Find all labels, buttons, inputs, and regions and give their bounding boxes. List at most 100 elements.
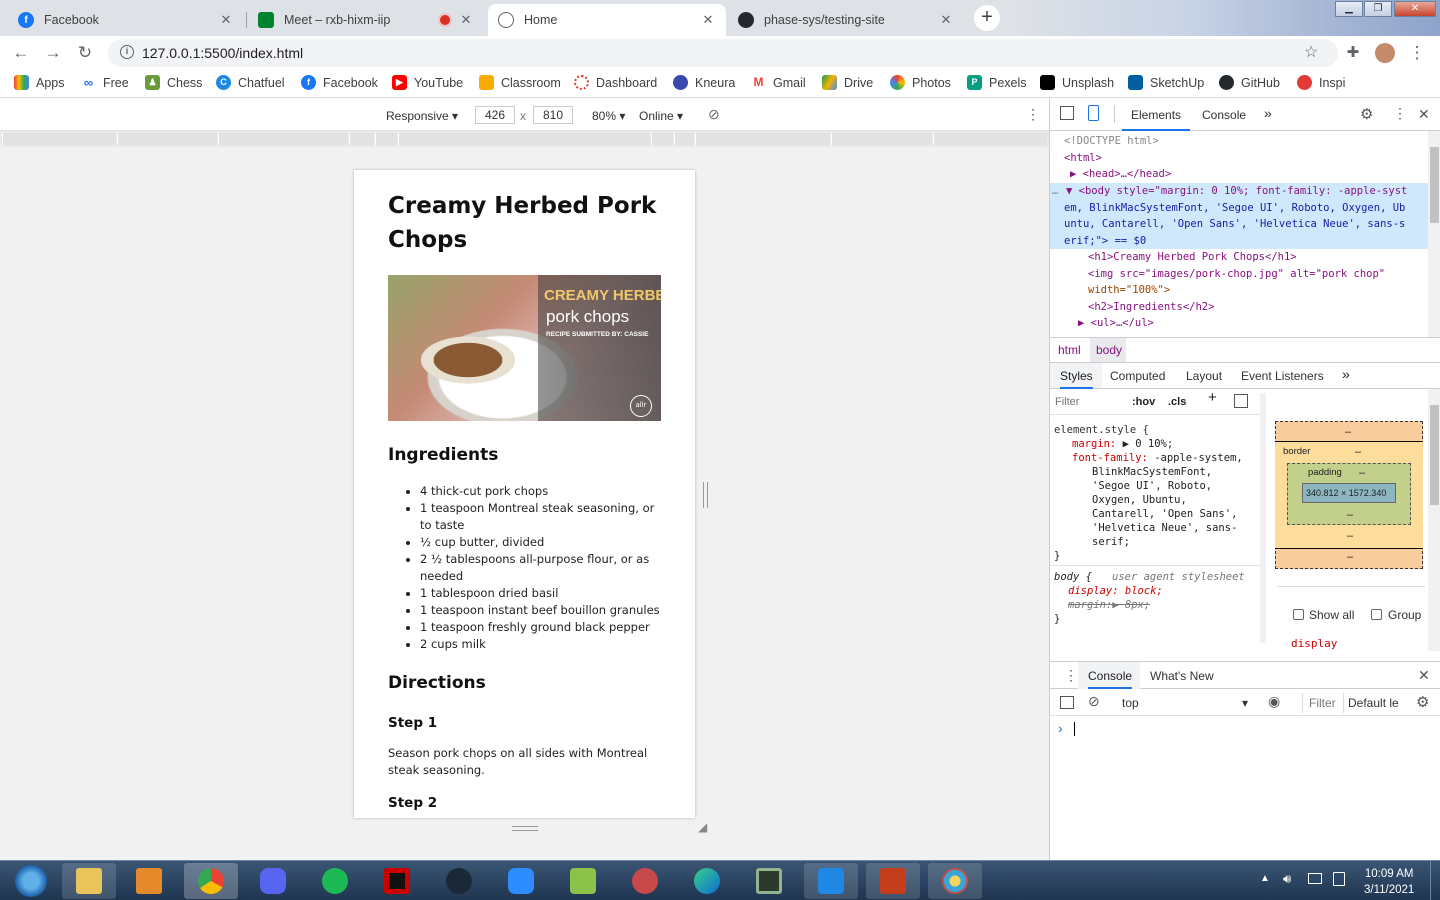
taskbar-powerpoint-icon[interactable] — [866, 863, 920, 899]
log-levels-dropdown[interactable]: Default le — [1348, 696, 1400, 710]
forward-button[interactable]: → — [42, 42, 64, 64]
taskbar-android-icon[interactable] — [556, 863, 610, 899]
network-dropdown[interactable]: Online ▾ — [639, 109, 683, 123]
back-button[interactable]: ← — [10, 42, 32, 64]
taskbar-paint-icon[interactable] — [928, 863, 982, 899]
volume-icon[interactable]: 🔊︎ — [1283, 871, 1291, 887]
bookmark-dashboard[interactable]: Dashboard — [574, 75, 657, 90]
close-icon[interactable]: ✕ — [458, 12, 474, 28]
inspect-element-icon[interactable] — [1060, 106, 1074, 120]
toggle-sidebar-icon[interactable] — [1234, 394, 1248, 408]
tab-facebook[interactable]: f Facebook ✕ — [8, 4, 244, 36]
bookmark-unsplash[interactable]: Unsplash — [1040, 75, 1114, 90]
close-devtools-icon[interactable]: ✕ — [1418, 106, 1430, 123]
menu-kebab-icon[interactable]: ⋮ — [1406, 42, 1428, 64]
minimize-button[interactable]: ▁ — [1335, 1, 1363, 17]
console-settings-gear-icon[interactable]: ⚙ — [1416, 693, 1429, 711]
tab-home[interactable]: Home ✕ — [488, 4, 726, 36]
taskbar-spotify-icon[interactable] — [308, 863, 362, 899]
width-input[interactable]: 426 — [475, 106, 515, 124]
live-expression-eye-icon[interactable]: ◉ — [1268, 693, 1280, 710]
breadcrumb-body[interactable]: body — [1096, 343, 1122, 357]
bookmark-classroom[interactable]: Classroom — [479, 75, 561, 90]
bookmark-youtube[interactable]: ▶ YouTube — [392, 75, 463, 90]
resize-handle-corner[interactable]: ◢ — [698, 820, 707, 834]
bookmark-sketchup[interactable]: SketchUp — [1128, 75, 1204, 90]
context-selector[interactable]: top ▾ — [1122, 696, 1248, 710]
settings-gear-icon[interactable]: ⚙ — [1360, 105, 1373, 123]
height-input[interactable]: 810 — [533, 106, 573, 124]
taskbar-discord-icon[interactable] — [246, 863, 300, 899]
element-style-selector[interactable]: element.style { — [1054, 423, 1149, 437]
resize-handle-bottom[interactable] — [512, 826, 538, 831]
computed-scrollbar-thumb[interactable] — [1430, 405, 1439, 505]
clear-console-icon[interactable]: ⊘ — [1088, 693, 1100, 710]
rotate-icon[interactable]: ⊘ — [708, 106, 720, 123]
taskbar-clock[interactable]: 10:09 AM 3/11/2021 — [1364, 866, 1414, 898]
dom-img-line-1[interactable]: <img src="images/pork-chop.jpg" alt="por… — [1088, 266, 1385, 283]
bookmark-apps[interactable]: Apps — [14, 75, 65, 90]
window-close-button[interactable]: ✕ — [1394, 1, 1436, 17]
ruler-segment[interactable] — [375, 133, 397, 145]
styles-filter-input[interactable] — [1055, 393, 1121, 411]
tab-computed[interactable]: Computed — [1110, 369, 1165, 383]
show-hidden-icons-icon[interactable]: ▲ — [1260, 873, 1270, 884]
show-desktop-button[interactable] — [1430, 861, 1440, 900]
dom-ul[interactable]: ▶ <ul>…</ul> — [1078, 315, 1154, 332]
address-bar[interactable]: i 127.0.0.1:5500/index.html ☆ — [108, 39, 1338, 67]
ruler-segment[interactable] — [349, 133, 374, 145]
group-checkbox[interactable] — [1371, 609, 1382, 620]
ruler-segment[interactable] — [695, 133, 830, 145]
bookmark-chess[interactable]: ♟ Chess — [145, 75, 202, 90]
ruler-segment[interactable] — [117, 133, 217, 145]
device-toggle-icon[interactable] — [1088, 105, 1099, 121]
font-family-declaration[interactable]: font-family: -apple-system, — [1072, 451, 1243, 465]
emulated-device-frame[interactable]: Creamy Herbed Pork Chops CREAMY HERBED p… — [354, 170, 695, 818]
avatar[interactable] — [1374, 42, 1396, 64]
devtools-menu-icon[interactable]: ⋮ — [1393, 105, 1407, 122]
drawer-tab-whats-new[interactable]: What's New — [1150, 669, 1214, 683]
reload-button[interactable]: ↻ — [74, 42, 96, 64]
taskbar-terminal-icon[interactable] — [742, 863, 796, 899]
dom-doctype[interactable]: <!DOCTYPE html> — [1064, 133, 1159, 150]
bookmark-github[interactable]: GitHub — [1219, 75, 1280, 90]
bookmark-chatfuel[interactable]: C Chatfuel — [216, 75, 285, 90]
styles-scrollbar[interactable] — [1260, 393, 1266, 643]
tab-event-listeners[interactable]: Event Listeners — [1241, 369, 1324, 383]
close-icon[interactable]: ✕ — [700, 12, 716, 28]
tab-github[interactable]: phase-sys/testing-site ✕ — [728, 4, 964, 36]
responsive-dropdown[interactable]: Responsive ▾ — [386, 109, 458, 123]
bookmark-inspi[interactable]: Inspi — [1297, 75, 1345, 90]
dom-scrollbar[interactable] — [1428, 131, 1440, 337]
close-icon[interactable]: ✕ — [938, 12, 954, 28]
bookmark-facebook[interactable]: f Facebook — [301, 75, 378, 90]
info-icon[interactable]: i — [120, 45, 134, 59]
taskbar-game-icon[interactable] — [370, 863, 424, 899]
show-all-checkbox[interactable] — [1293, 609, 1304, 620]
tab-layout[interactable]: Layout — [1186, 369, 1222, 383]
ruler-segment[interactable] — [651, 133, 673, 145]
taskbar-media-icon[interactable] — [122, 863, 176, 899]
new-rule-plus-icon[interactable]: + — [1208, 390, 1217, 405]
taskbar-explorer-icon[interactable] — [62, 863, 116, 899]
margin-declaration[interactable]: margin: ▶ 0 10%; — [1072, 437, 1173, 451]
dom-h1[interactable]: <h1>Creamy Herbed Pork Chops</h1> — [1088, 249, 1297, 266]
ruler-segment[interactable] — [218, 133, 348, 145]
tab-styles[interactable]: Styles — [1060, 369, 1093, 389]
extensions-icon[interactable]: ✚ — [1342, 42, 1364, 64]
start-button[interactable] — [4, 863, 58, 899]
bookmark-kneura[interactable]: Kneura — [673, 75, 735, 90]
more-tabs-button[interactable]: » — [1264, 105, 1272, 121]
tab-meet[interactable]: Meet – rxb-hixm-iip ✕ — [248, 4, 484, 36]
taskbar-zoom-icon[interactable] — [494, 863, 548, 899]
taskbar-snipping-icon[interactable] — [618, 863, 672, 899]
bookmark-free[interactable]: ∞ Free — [81, 75, 129, 90]
console-sidebar-icon[interactable] — [1060, 696, 1074, 709]
ruler-segment[interactable] — [398, 133, 650, 145]
ruler-segment[interactable] — [933, 133, 1047, 145]
hov-toggle[interactable]: :hov — [1132, 395, 1155, 409]
maximize-button[interactable]: ❐ — [1364, 1, 1392, 17]
bookmark-star-icon[interactable]: ☆ — [1304, 42, 1318, 62]
action-center-icon[interactable] — [1333, 872, 1345, 886]
breadcrumb-html[interactable]: html — [1058, 343, 1081, 357]
